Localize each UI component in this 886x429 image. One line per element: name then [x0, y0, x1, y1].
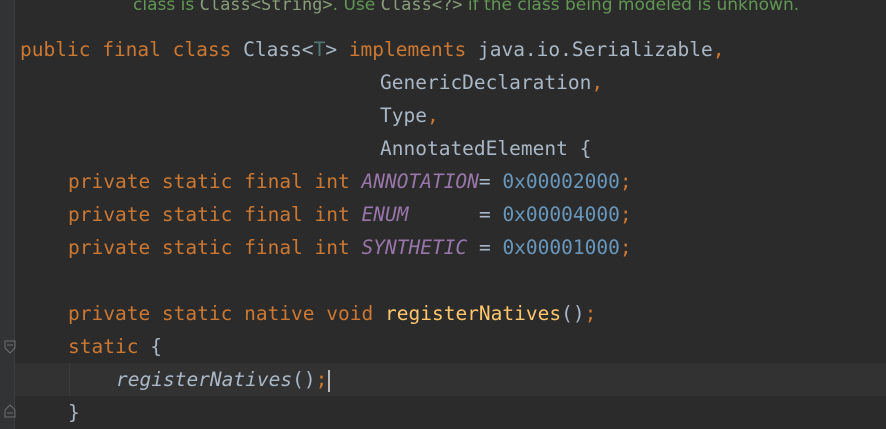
keyword: implements — [348, 38, 467, 61]
semicolon: ; — [619, 236, 632, 259]
equals: = — [478, 236, 491, 259]
class-name: Class< — [243, 38, 314, 61]
hex-value: 0x00004000 — [502, 203, 620, 226]
comma: , — [426, 104, 439, 127]
semicolon: ; — [315, 368, 328, 391]
comma: , — [591, 71, 604, 94]
padding — [467, 236, 479, 259]
doc-text: . Use — [332, 0, 381, 15]
code-line-class-decl[interactable]: public final class Class<T> implements j… — [20, 33, 725, 66]
interface-name: GenericDeclaration — [380, 71, 592, 94]
modifiers: private static native void — [68, 302, 374, 325]
parens: () — [292, 368, 316, 391]
interface-name: Type — [380, 104, 427, 127]
code-line-interface[interactable]: Type, — [380, 99, 439, 132]
hex-value: 0x00002000 — [502, 170, 620, 193]
code-line-call[interactable]: registerNatives(); — [116, 363, 331, 396]
code-line-static-block[interactable]: static { — [68, 330, 162, 363]
text-caret — [328, 369, 331, 392]
fold-expand-icon[interactable] — [4, 404, 16, 418]
modifiers: private static final int — [68, 236, 350, 259]
equals: = — [478, 203, 491, 226]
interface-name: java.io.Serializable — [477, 38, 713, 61]
code-line-interface[interactable]: GenericDeclaration, — [380, 66, 603, 99]
field-name: ANNOTATION — [361, 170, 479, 193]
parens: () — [561, 302, 585, 325]
field-name: ENUM — [361, 203, 409, 226]
modifiers: private static final int — [68, 203, 350, 226]
method-name: registerNatives — [385, 302, 562, 325]
doc-comment-line: class is Class<String>. Use Class<?> if … — [133, 0, 799, 16]
modifiers: private static final int — [68, 170, 350, 193]
method-call: registerNatives — [116, 368, 293, 391]
close-brace: } — [68, 401, 80, 424]
doc-text: if the class being modeled is unknown. — [462, 0, 800, 15]
interface-name: AnnotatedElement — [380, 137, 568, 160]
comma: , — [712, 38, 725, 61]
editor-gutter — [0, 0, 14, 429]
semicolon: ; — [619, 170, 632, 193]
code-line-native-decl[interactable]: private static native void registerNativ… — [68, 297, 596, 330]
type-parameter: T — [313, 38, 326, 61]
doc-code-ref: Class<?> — [380, 0, 463, 15]
indent-guide — [69, 363, 70, 396]
code-line-interface[interactable]: AnnotatedElement { — [380, 132, 591, 165]
code-line-field[interactable]: private static final int ENUM = 0x000040… — [68, 198, 632, 231]
open-brace: { — [150, 335, 162, 358]
code-line-close[interactable]: } — [68, 396, 80, 429]
hex-value: 0x00001000 — [502, 236, 620, 259]
padding — [408, 203, 478, 226]
keyword: static — [68, 335, 139, 358]
doc-code-ref: Class<String> — [199, 0, 333, 15]
keyword: final — [102, 38, 161, 61]
code-line-field[interactable]: private static final int SYNTHETIC = 0x0… — [68, 231, 632, 264]
open-brace: { — [579, 137, 592, 160]
field-name: SYNTHETIC — [361, 236, 468, 259]
code-editor[interactable]: class is Class<String>. Use Class<?> if … — [0, 0, 886, 429]
semicolon: ; — [619, 203, 632, 226]
semicolon: ; — [584, 302, 597, 325]
generic-close: > — [325, 38, 338, 61]
keyword: class — [172, 38, 232, 61]
fold-collapse-icon[interactable] — [4, 340, 16, 354]
doc-text: class is — [133, 0, 200, 15]
keyword: public — [20, 38, 91, 61]
code-line-field[interactable]: private static final int ANNOTATION= 0x0… — [68, 165, 632, 198]
equals: = — [478, 170, 491, 193]
